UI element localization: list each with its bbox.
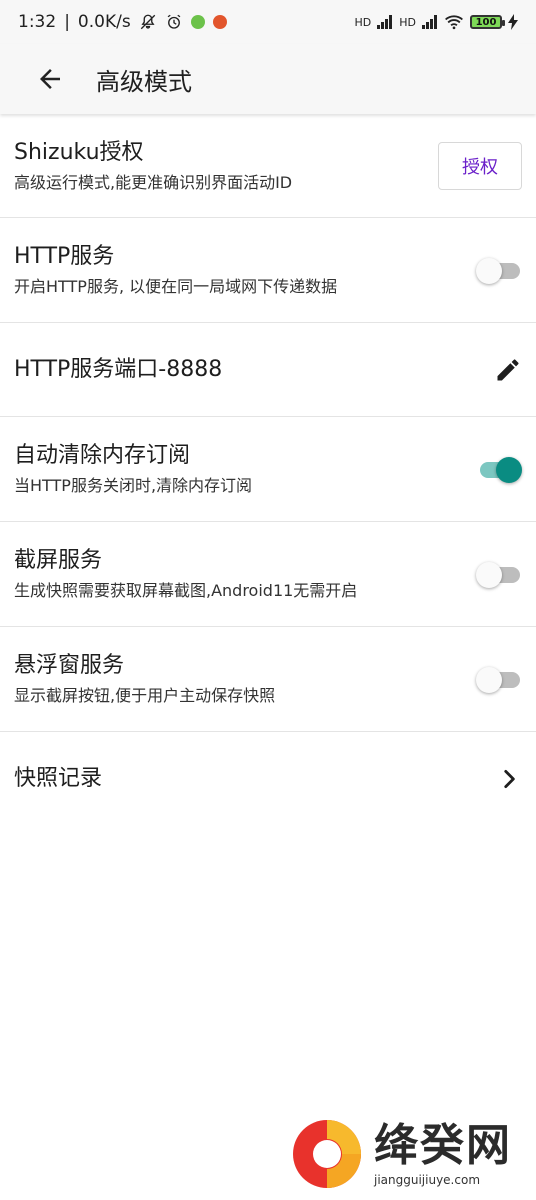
setting-trail bbox=[442, 560, 522, 588]
setting-subtitle-screenshot-service: 生成快照需要获取屏幕截图,Android11无需开启 bbox=[14, 581, 358, 600]
setting-title-shizuku: Shizuku授权 bbox=[14, 139, 144, 165]
floating-window-switch[interactable] bbox=[476, 665, 522, 693]
setting-trail bbox=[442, 766, 522, 792]
http-service-switch[interactable] bbox=[476, 256, 522, 284]
watermark-text: 绛癸网 jiangguijiuye.com bbox=[374, 1120, 512, 1188]
authorize-button[interactable]: 授权 bbox=[438, 141, 522, 190]
edit-pencil-icon[interactable] bbox=[494, 356, 522, 384]
setting-row-http-port[interactable]: HTTP服务端口-8888 bbox=[0, 323, 536, 417]
status-bar: 1:32 | 0.0K/s HD HD 100 bbox=[0, 0, 536, 44]
signal-icon-2 bbox=[422, 15, 438, 29]
setting-title-screenshot-service: 截屏服务 bbox=[14, 548, 103, 573]
setting-trail bbox=[442, 665, 522, 693]
setting-row-snapshot-records[interactable]: 快照记录 bbox=[0, 732, 536, 826]
setting-row-auto-clear[interactable]: 自动清除内存订阅 当HTTP服务关闭时,清除内存订阅 bbox=[0, 417, 536, 522]
watermark-url: jiangguijiuye.com bbox=[374, 1173, 481, 1187]
status-left: 1:32 | 0.0K/s bbox=[18, 12, 227, 32]
mute-icon bbox=[139, 13, 157, 31]
back-button[interactable] bbox=[20, 49, 80, 109]
setting-trail bbox=[442, 455, 522, 483]
wifi-icon bbox=[444, 14, 464, 30]
setting-subtitle-http-service: 开启HTTP服务, 以便在同一局域网下传递数据 bbox=[14, 277, 338, 296]
watermark-name: 绛癸网 bbox=[374, 1120, 512, 1171]
setting-trail bbox=[442, 356, 522, 384]
setting-title-floating-window: 悬浮窗服务 bbox=[14, 653, 125, 678]
setting-texts: Shizuku授权 高级运行模式,能更准确识别界面活动ID bbox=[14, 138, 438, 194]
chevron-right-icon bbox=[504, 770, 515, 788]
setting-subtitle-auto-clear: 当HTTP服务关闭时,清除内存订阅 bbox=[14, 476, 253, 495]
watermark-logo-icon bbox=[290, 1117, 364, 1191]
network-speed: 0.0K/s bbox=[77, 12, 131, 32]
switch-thumb bbox=[496, 457, 522, 483]
setting-texts: 悬浮窗服务 显示截屏按钮,便于用户主动保存快照 bbox=[14, 651, 442, 707]
setting-row-floating-window[interactable]: 悬浮窗服务 显示截屏按钮,便于用户主动保存快照 bbox=[0, 627, 536, 732]
hd-label-2: HD bbox=[399, 15, 416, 29]
app-bar: 高级模式 bbox=[0, 44, 536, 114]
hd-label-1: HD bbox=[354, 15, 372, 29]
charging-icon bbox=[508, 14, 518, 30]
back-arrow-icon bbox=[40, 69, 60, 89]
page-title: 高级模式 bbox=[96, 67, 192, 96]
setting-subtitle-shizuku: 高级运行模式,能更准确识别界面活动ID bbox=[14, 172, 293, 192]
status-divider: | bbox=[64, 12, 70, 32]
setting-trail bbox=[442, 256, 522, 284]
setting-row-shizuku: Shizuku授权 高级运行模式,能更准确识别界面活动ID 授权 bbox=[0, 114, 536, 218]
setting-texts: HTTP服务端口-8888 bbox=[14, 355, 442, 385]
setting-title-http-port: HTTP服务端口-8888 bbox=[14, 356, 223, 382]
setting-title-auto-clear: 自动清除内存订阅 bbox=[14, 443, 191, 468]
red-app-icon bbox=[212, 15, 227, 29]
green-app-icon bbox=[190, 15, 205, 29]
setting-texts: HTTP服务 开启HTTP服务, 以便在同一局域网下传递数据 bbox=[14, 242, 442, 298]
setting-title-snapshot-records: 快照记录 bbox=[14, 766, 103, 791]
setting-texts: 快照记录 bbox=[14, 764, 442, 794]
auto-clear-switch[interactable] bbox=[476, 455, 522, 483]
setting-subtitle-floating-window: 显示截屏按钮,便于用户主动保存快照 bbox=[14, 686, 276, 705]
setting-texts: 自动清除内存订阅 当HTTP服务关闭时,清除内存订阅 bbox=[14, 441, 442, 497]
battery-level: 100 bbox=[475, 16, 497, 28]
status-time: 1:32 bbox=[18, 12, 57, 32]
signal-icon-1 bbox=[377, 15, 393, 29]
switch-thumb bbox=[476, 667, 502, 693]
screenshot-service-switch[interactable] bbox=[476, 560, 522, 588]
status-right: HD HD 100 bbox=[354, 14, 518, 30]
watermark: 绛癸网 jiangguijiuye.com bbox=[290, 1112, 530, 1196]
settings-list: Shizuku授权 高级运行模式,能更准确识别界面活动ID 授权 HTTP服务 … bbox=[0, 114, 536, 826]
switch-thumb bbox=[476, 562, 502, 588]
setting-title-http-service: HTTP服务 bbox=[14, 244, 115, 269]
setting-texts: 截屏服务 生成快照需要获取屏幕截图,Android11无需开启 bbox=[14, 546, 442, 602]
switch-thumb bbox=[476, 258, 502, 284]
setting-row-http-service[interactable]: HTTP服务 开启HTTP服务, 以便在同一局域网下传递数据 bbox=[0, 218, 536, 323]
battery-icon: 100 bbox=[470, 15, 505, 29]
setting-row-screenshot-service[interactable]: 截屏服务 生成快照需要获取屏幕截图,Android11无需开启 bbox=[0, 522, 536, 627]
alarm-icon bbox=[165, 13, 183, 31]
